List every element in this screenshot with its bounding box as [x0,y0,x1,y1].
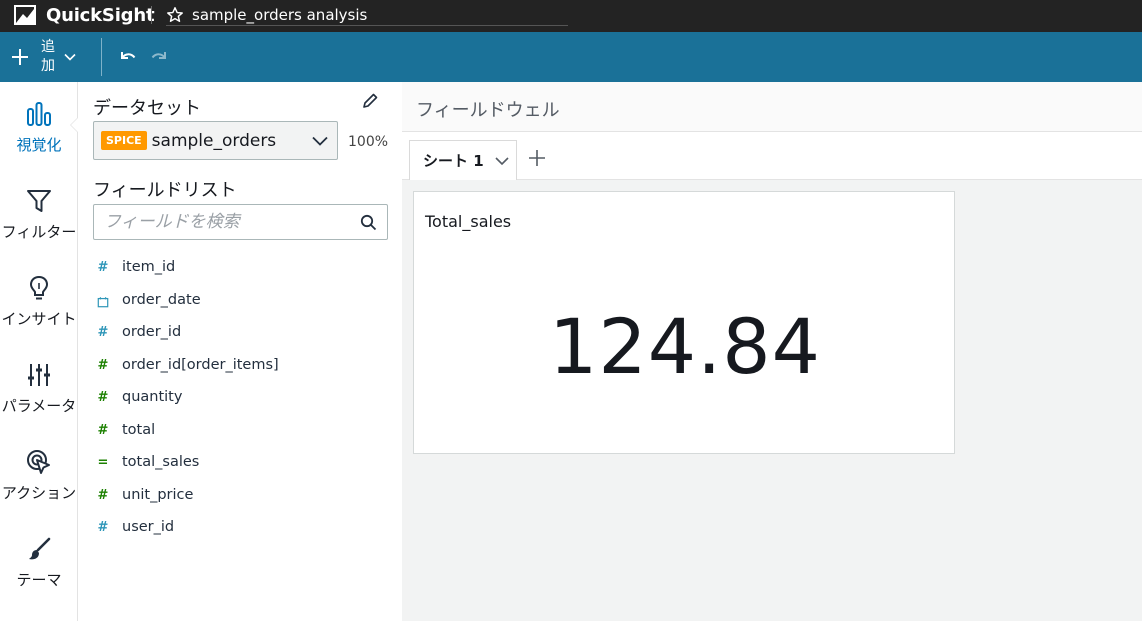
analysis-title[interactable]: sample_orders analysis [192,6,367,24]
nav-filter[interactable]: フィルター [0,187,78,267]
brand[interactable]: QuickSight [14,4,155,26]
fields-panel: データセット SPICE sample_orders 100% フィールドリスト… [78,82,402,621]
app-name: QuickSight [46,4,155,26]
top-bar: QuickSight sample_orders analysis [0,0,1142,32]
quicksight-logo-icon [14,5,36,25]
nav-label-filter: フィルター [1,223,77,241]
calculated-field-icon: = [97,455,109,470]
field-wells[interactable]: フィールドウェル [402,82,1142,132]
chevron-down-icon [312,136,328,146]
field-label: total [122,421,156,438]
nav-parameters[interactable]: パラメータ [0,361,78,441]
hash-icon: # [97,260,109,275]
sheet-tab-label: シート 1 [423,152,484,170]
spice-badge: SPICE [101,131,147,150]
field-search-input[interactable] [104,211,344,233]
nav-visualize[interactable]: 視覚化 [0,100,78,180]
field-item[interactable]: # total [96,422,386,455]
star-icon[interactable] [166,6,184,24]
toolbar: 追加 [0,32,1142,82]
field-item[interactable]: # order_id[order_items] [96,357,386,390]
bar-chart-icon [27,102,51,126]
nav-insights[interactable]: インサイト [0,274,78,354]
hash-icon: # [97,520,109,535]
field-wells-label: フィールドウェル [416,100,560,121]
nav-label-themes: テーマ [16,571,62,589]
calendar-icon [96,293,110,312]
field-item[interactable]: = total_sales [96,454,386,487]
add-button[interactable]: 追加 [10,38,76,76]
field-label: quantity [122,389,183,405]
analysis-title-area[interactable]: sample_orders analysis [166,6,367,24]
spice-usage-percent: 100% [348,134,389,150]
field-search-box[interactable] [93,204,388,240]
analysis-canvas: フィールドウェル シート 1 Total_sales 124.84 [402,82,1142,621]
kpi-visual[interactable]: Total_sales 124.84 [413,191,955,454]
title-underline [166,25,568,26]
field-item[interactable]: order_date [96,292,386,325]
top-divider [151,6,152,24]
chevron-down-icon[interactable] [494,153,510,169]
plus-icon [12,49,28,65]
brush-icon [29,537,51,560]
field-label: total_sales [122,454,200,470]
nav-actions[interactable]: アクション [0,448,78,528]
visual-title: Total_sales [425,212,512,231]
field-label: unit_price [122,486,194,503]
filter-icon [27,190,51,212]
left-nav: 視覚化 フィルター インサイト パラメータ アクション テーマ [0,82,78,621]
add-sheet-icon[interactable] [528,149,546,167]
sheet-tab-strip: シート 1 [402,132,1142,180]
toolbar-divider [101,38,102,76]
hash-icon: # [97,422,109,438]
field-label: order_id[order_items] [122,356,279,373]
add-button-label: 追加 [41,39,55,74]
field-label: item_id [122,259,176,275]
kpi-value: 124.84 [549,302,821,391]
nav-label-parameters: パラメータ [1,397,77,415]
pencil-icon[interactable] [361,92,379,110]
lightbulb-icon [29,275,49,300]
field-item[interactable]: # order_id [96,324,386,357]
dataset-select[interactable]: SPICE sample_orders [93,121,338,160]
nav-label-insights: インサイト [1,310,77,328]
chevron-down-icon [64,53,76,61]
field-label: order_id [122,324,182,340]
cursor-click-icon [27,450,50,474]
sliders-icon [28,364,50,386]
field-list-heading: フィールドリスト [93,180,237,201]
field-item[interactable]: # unit_price [96,487,386,520]
hash-icon: # [97,390,109,405]
field-label: user_id [122,519,175,535]
dataset-heading: データセット [93,98,201,119]
hash-icon: # [97,487,109,503]
field-item[interactable]: # quantity [96,389,386,422]
field-item[interactable]: # item_id [96,259,386,292]
hash-icon: # [97,325,109,340]
nav-label-actions: アクション [1,484,77,502]
tab-sheet-1[interactable]: シート 1 [409,140,517,180]
hash-icon: # [97,357,109,373]
search-icon[interactable] [360,214,377,231]
nav-label-visualize: 視覚化 [16,136,62,154]
field-item[interactable]: # user_id [96,519,386,552]
undo-icon[interactable] [118,48,138,66]
redo-icon[interactable] [149,48,169,66]
dataset-name: sample_orders [151,130,277,151]
field-label: order_date [122,291,201,308]
field-list: # item_id order_date # order_id # order_… [96,259,386,552]
nav-themes[interactable]: テーマ [0,535,78,615]
